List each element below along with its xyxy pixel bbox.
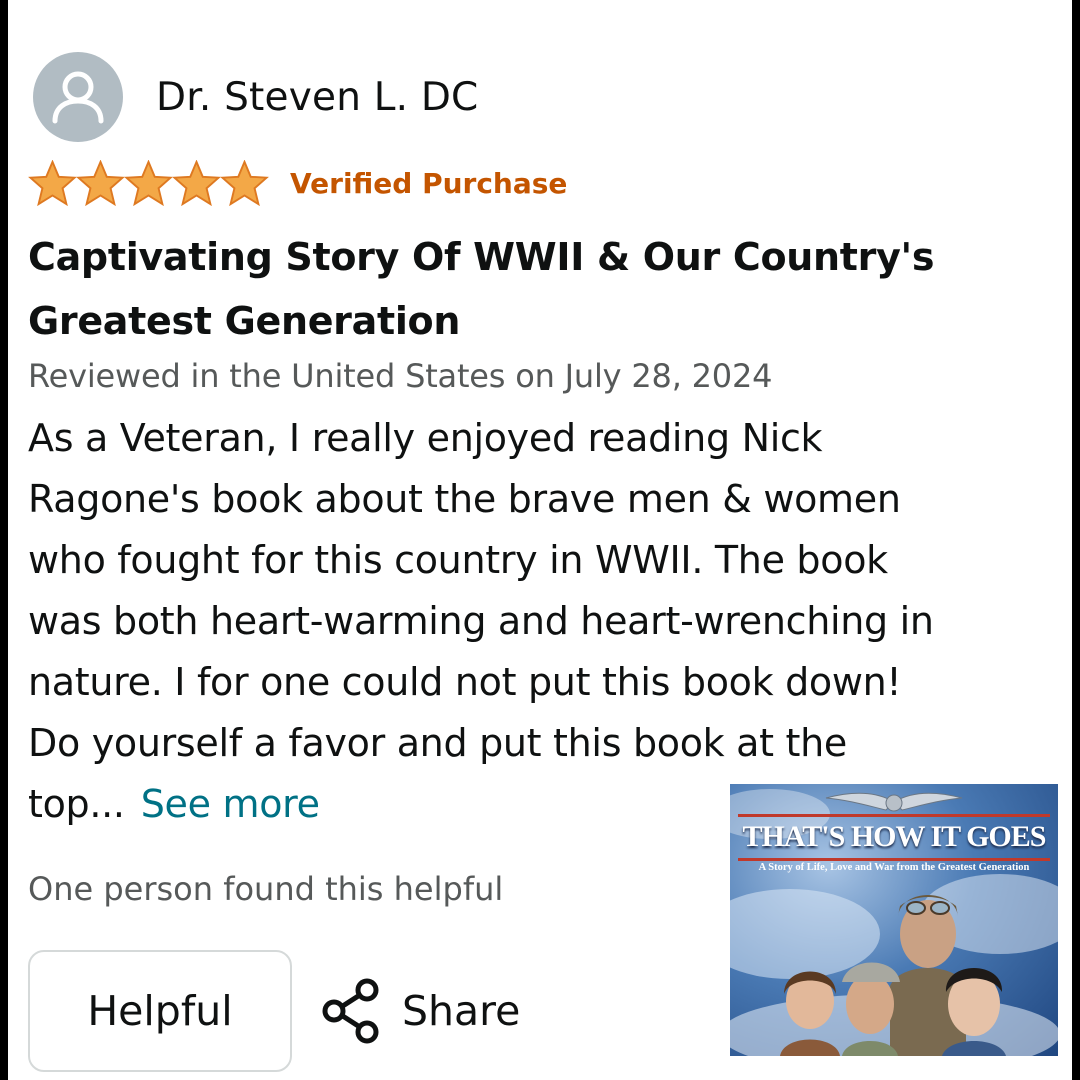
book-cover-image: THAT'S HOW IT GOES A Story of Life, Love… [730, 784, 1058, 1056]
portrait-figures-icon [780, 895, 1006, 1056]
review-body-line: nature. I for one could not put this boo… [28, 660, 902, 704]
book-cover-title: THAT'S HOW IT GOES [742, 820, 1047, 853]
review-title: Captivating Story Of WWII & Our Country'… [28, 225, 1008, 353]
star-rating[interactable] [28, 160, 269, 206]
review-body-line: Do yourself a favor and put this book at… [28, 721, 847, 765]
review-body-line: As a Veteran, I really enjoyed reading N… [28, 416, 823, 460]
star-icon [28, 160, 77, 206]
review-body-line: who fought for this country in WWII. The… [28, 538, 888, 582]
review-body-line: was both heart-warming and heart-wrenchi… [28, 599, 934, 643]
reviewer-name[interactable]: Dr. Steven L. DC [156, 75, 479, 120]
share-button[interactable]: Share [320, 978, 520, 1044]
review-body: As a Veteran, I really enjoyed reading N… [28, 408, 1048, 835]
review-date: Reviewed in the United States on July 28… [28, 357, 773, 395]
helpful-button[interactable]: Helpful [28, 950, 292, 1072]
verified-purchase-badge: Verified Purchase [290, 166, 568, 200]
see-more-link[interactable]: See more [141, 782, 320, 826]
cover-rule [738, 814, 1050, 817]
star-icon [172, 160, 221, 206]
star-icon [76, 160, 125, 206]
share-nodes-icon [322, 978, 379, 1044]
avatar [33, 52, 123, 142]
review-body-truncated: top... [28, 782, 125, 826]
share-label: Share [402, 987, 521, 1035]
review-header: Dr. Steven L. DC [33, 52, 479, 142]
cover-rule [738, 858, 1050, 861]
review-body-line: Ragone's book about the brave men & wome… [28, 477, 901, 521]
review-title-line: Greatest Generation [28, 299, 461, 343]
review-card: Dr. Steven L. DC Verified Purchase Capti… [8, 0, 1072, 1080]
star-icon [124, 160, 173, 206]
user-silhouette-icon [52, 71, 104, 124]
rating-row: Verified Purchase [28, 160, 567, 206]
star-icon [220, 160, 269, 206]
book-cover-subtitle: A Story of Life, Love and War from the G… [758, 862, 1030, 873]
review-title-line: Captivating Story Of WWII & Our Country'… [28, 235, 935, 279]
helpful-count: One person found this helpful [28, 870, 504, 908]
